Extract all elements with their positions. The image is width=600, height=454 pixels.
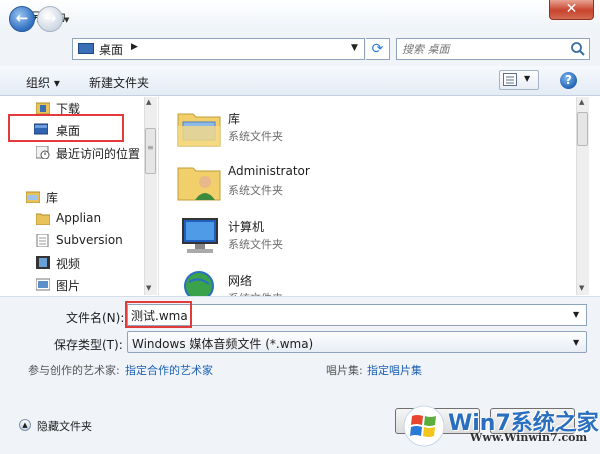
library-icon [26,191,40,203]
nav-item-videos[interactable]: 视频 [0,253,140,273]
breadcrumb-arrow-icon[interactable]: ▶ [131,42,138,52]
watermark-url: Www.Winwin7.com [470,431,588,444]
folder-icon [36,213,50,225]
file-item-libraries[interactable]: 库 系统文件夹 [175,102,555,154]
forward-button[interactable]: → [37,6,63,32]
nav-item-label: 图片 [56,279,81,293]
album-link[interactable]: 指定唱片集 [367,362,422,378]
address-path[interactable]: 桌面 [99,41,123,58]
nav-item-libraries[interactable]: 库 [0,187,140,207]
search-input[interactable] [402,40,562,58]
search-icon[interactable] [570,41,586,57]
savetype-value[interactable]: Windows 媒体音频文件 (*.wma) [132,335,313,352]
organize-menu[interactable]: 组织 ▾ [26,74,60,91]
nav-item-recent-places[interactable]: 最近访问的位置 [0,143,140,163]
picture-icon [36,278,50,291]
file-name: Administrator [228,164,310,178]
download-folder-icon [36,102,50,114]
scroll-up-icon[interactable]: ▲ [579,98,584,106]
nav-item-label: Applian [56,211,102,225]
nav-scrollbar[interactable] [144,97,157,295]
file-name: 库 [228,112,241,126]
grip-icon: ≡ [147,143,154,152]
filename-dropdown-icon[interactable]: ▼ [573,310,579,319]
pane-divider[interactable] [158,97,159,295]
file-item-computer[interactable]: 计算机 系统文件夹 [175,210,555,262]
refresh-button[interactable]: ⟳ [366,38,390,60]
desktop-highlight-box [8,114,124,142]
close-button[interactable]: ✕ [549,0,594,20]
scroll-down-icon[interactable]: ▼ [146,284,151,292]
address-dropdown-icon[interactable]: ▼ [351,43,358,53]
view-details-icon[interactable] [503,73,517,86]
file-name: 网络 [228,274,253,288]
back-button[interactable]: ← [9,6,35,32]
savetype-label: 保存类型(T): [54,338,123,352]
scroll-down-icon[interactable]: ▼ [579,284,584,292]
history-dropdown-icon[interactable]: ▼ [64,16,72,24]
new-folder-button[interactable]: 新建文件夹 [89,74,149,91]
recent-places-icon [36,146,50,159]
file-type: 系统文件夹 [228,130,283,143]
album-label: 唱片集: [326,364,363,377]
help-icon[interactable]: ? [560,72,577,89]
file-scroll-thumb[interactable] [577,112,588,146]
artist-label: 参与创作的艺术家: [28,364,120,377]
nav-item-pictures[interactable]: 图片 [0,275,140,295]
desktop-folder-icon [78,43,94,54]
document-icon [36,234,49,247]
file-type: 系统文件夹 [228,184,283,197]
windows-logo-icon [403,405,445,447]
title-bar [0,0,600,30]
nav-item-subversion[interactable]: Subversion [0,231,140,251]
view-dropdown-icon[interactable]: ▼ [524,74,530,83]
artist-link[interactable]: 指定合作的艺术家 [125,362,213,378]
hide-folders-button[interactable]: 隐藏文件夹 [37,418,92,434]
filename-highlight-box [125,301,192,328]
video-icon [36,256,50,269]
nav-item-label: 库 [46,191,59,205]
nav-item-label: 最近访问的位置 [56,147,141,161]
collapse-icon[interactable]: ▲ [19,419,31,431]
savetype-dropdown-icon[interactable]: ▼ [573,338,579,347]
filename-label: 文件名(N): [66,311,125,325]
nav-item-label: 视频 [56,257,81,271]
nav-item-label: Subversion [56,233,123,247]
nav-item-applian[interactable]: Applian [0,209,140,229]
scroll-up-icon[interactable]: ▲ [146,98,151,106]
file-type: 系统文件夹 [228,238,283,251]
user-folder-icon [177,167,221,201]
library-folder-icon [177,113,221,147]
computer-icon [182,218,218,253]
file-item-administrator[interactable]: Administrator 系统文件夹 [175,156,555,208]
filename-input[interactable] [131,306,551,324]
file-name: 计算机 [228,220,265,234]
